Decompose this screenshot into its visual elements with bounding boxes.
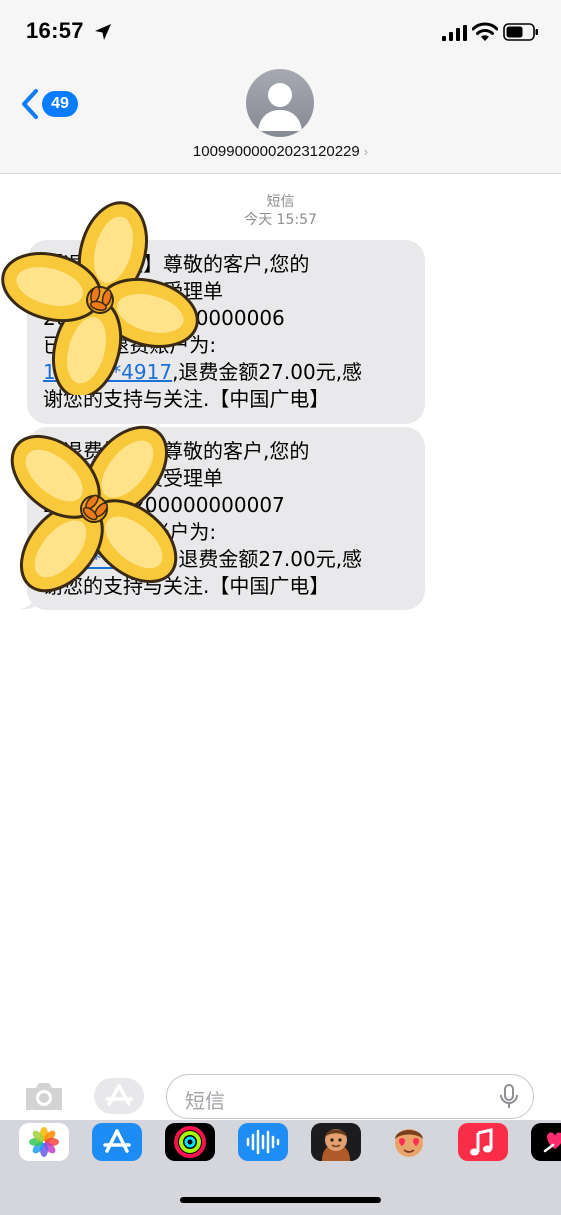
status-time: 16:57 [26,18,84,43]
photos-app[interactable] [19,1123,69,1161]
memoji-app[interactable] [311,1123,361,1161]
chevron-right-icon: › [363,144,369,159]
back-button[interactable]: 49 [20,86,82,122]
location-arrow-icon [95,24,111,40]
activity-icon [174,1126,206,1158]
animoji-app[interactable] [384,1123,434,1161]
activity-app[interactable] [165,1123,215,1161]
audio-message-app[interactable] [238,1123,288,1161]
app-store-icon [105,1084,133,1106]
person-icon [258,83,302,131]
digital-touch-app[interactable] [531,1123,561,1161]
photos-icon [29,1127,59,1157]
wifi-icon [472,22,498,41]
app-store-icon [103,1129,131,1153]
contact-number: 10099000002023120229 [192,143,360,160]
animoji-icon [395,1129,423,1157]
contact-avatar[interactable] [246,69,314,137]
unread-count-badge: 49 [42,91,78,117]
contact-name[interactable]: 10099000002023120229 › [0,143,561,160]
message-placeholder: 短信 [185,1089,225,1113]
app-store-app[interactable] [92,1123,142,1161]
message-line: ,退费金额27.00元,感 [172,547,363,571]
music-icon [470,1128,493,1156]
audio-message-icon [246,1129,280,1155]
memoji-icon [322,1129,350,1161]
cellular-signal-icon [442,25,467,41]
flower-sticker-icon [1,201,199,395]
message-line: ,退费金额27.00元,感 [172,360,363,384]
apps-button[interactable] [94,1078,144,1114]
battery-icon [503,23,538,41]
digital-touch-icon [543,1132,561,1153]
music-app[interactable] [458,1123,508,1161]
message-input[interactable]: 短信 [166,1074,534,1119]
camera-icon[interactable] [22,1078,66,1114]
chevron-left-icon [22,89,38,119]
header: 16:57 49 10099000002023120229 › [0,0,561,174]
flower-sticker-icon [10,425,178,593]
microphone-icon[interactable] [499,1084,519,1110]
home-indicator [180,1197,381,1203]
